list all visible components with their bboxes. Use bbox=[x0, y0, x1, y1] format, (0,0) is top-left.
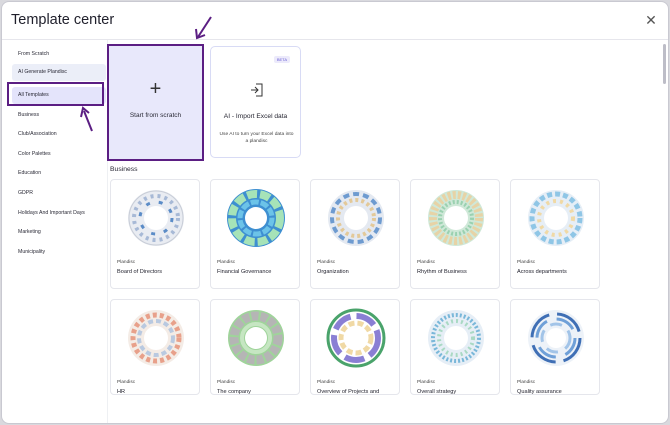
template-card[interactable]: Plandisc Across departments bbox=[510, 179, 600, 289]
template-kind: Plandisc bbox=[117, 380, 136, 385]
sidebar-item-holidays[interactable]: Holidays And Important Days bbox=[12, 205, 106, 222]
template-card[interactable]: Plandisc Overall strategy bbox=[410, 299, 500, 395]
sidebar-item-from-scratch[interactable]: From Scratch bbox=[12, 46, 106, 63]
start-from-scratch-card[interactable]: + Start from scratch bbox=[107, 44, 204, 161]
start-card-label: Start from scratch bbox=[129, 112, 182, 119]
plandisc-thumbnail bbox=[328, 190, 384, 246]
plandisc-thumbnail bbox=[228, 310, 284, 366]
sidebar-item-ai-generate[interactable]: AI Generate Plandisc bbox=[12, 64, 106, 81]
annotation-arrow-icon bbox=[80, 106, 93, 132]
sidebar-item-gdpr[interactable]: GDPR bbox=[12, 185, 106, 202]
template-kind: Plandisc bbox=[117, 260, 136, 265]
annotation-arrow-icon bbox=[195, 16, 212, 40]
highlight-box-all-templates bbox=[7, 82, 104, 106]
import-icon bbox=[251, 83, 263, 97]
sidebar-item-marketing[interactable]: Marketing bbox=[12, 224, 106, 241]
template-name: Overall strategy bbox=[417, 389, 457, 395]
template-card[interactable]: Plandisc The company bbox=[210, 299, 300, 395]
plandisc-thumbnail bbox=[128, 190, 184, 246]
sidebar-item-municipality[interactable]: Municipality bbox=[12, 244, 106, 261]
section-title-business: Business bbox=[110, 166, 138, 173]
template-name: Overview of Projects and bbox=[317, 389, 380, 395]
template-card[interactable]: Plandisc HR bbox=[110, 299, 200, 395]
plandisc-thumbnail bbox=[428, 190, 484, 246]
template-kind: Plandisc bbox=[317, 380, 336, 385]
template-name: Across departments bbox=[517, 269, 567, 275]
template-card[interactable]: Plandisc Organization bbox=[310, 179, 400, 289]
beta-badge: BETA bbox=[273, 56, 290, 63]
template-name: Organization bbox=[317, 269, 349, 275]
sidebar-item-education[interactable]: Education bbox=[12, 165, 106, 182]
template-name: The company bbox=[217, 389, 251, 395]
scrollbar[interactable] bbox=[663, 44, 666, 84]
template-card[interactable]: Plandisc Financial Governance bbox=[210, 179, 300, 289]
template-kind: Plandisc bbox=[517, 260, 536, 265]
template-name: Board of Directors bbox=[117, 269, 163, 275]
plandisc-thumbnail bbox=[227, 189, 285, 247]
template-name: Rhythm of Business bbox=[417, 269, 467, 275]
plandisc-thumbnail bbox=[128, 310, 184, 366]
plandisc-thumbnail bbox=[428, 310, 484, 366]
template-card[interactable]: Plandisc Board of Directors bbox=[110, 179, 200, 289]
template-name: HR bbox=[117, 389, 126, 395]
close-icon[interactable]: ✕ bbox=[644, 13, 658, 27]
ai-card-title: AI - Import Excel data bbox=[223, 113, 288, 120]
template-kind: Plandisc bbox=[217, 380, 236, 385]
template-name: Quality assurance bbox=[517, 389, 562, 395]
template-kind: Plandisc bbox=[417, 380, 436, 385]
template-card[interactable]: Plandisc Rhythm of Business bbox=[410, 179, 500, 289]
template-kind: Plandisc bbox=[517, 380, 536, 385]
dialog-title: Template center bbox=[11, 12, 115, 28]
plus-icon: + bbox=[149, 78, 162, 100]
ai-import-excel-card[interactable]: BETA AI - Import Excel data Use AI to tu… bbox=[210, 46, 301, 158]
dialog-header: Template center ✕ bbox=[2, 2, 668, 40]
plandisc-thumbnail bbox=[326, 308, 386, 368]
template-kind: Plandisc bbox=[217, 260, 236, 265]
plandisc-thumbnail bbox=[528, 190, 584, 246]
template-kind: Plandisc bbox=[417, 260, 436, 265]
plandisc-thumbnail bbox=[528, 310, 584, 366]
template-name: Financial Governance bbox=[217, 269, 272, 275]
sidebar-item-color-palettes[interactable]: Color Palettes bbox=[12, 146, 106, 163]
template-card[interactable]: Plandisc Quality assurance bbox=[510, 299, 600, 395]
template-card[interactable]: Plandisc Overview of Projects and bbox=[310, 299, 400, 395]
ai-card-description: Use AI to turn your Excel data into a pl… bbox=[219, 132, 294, 144]
template-kind: Plandisc bbox=[317, 260, 336, 265]
